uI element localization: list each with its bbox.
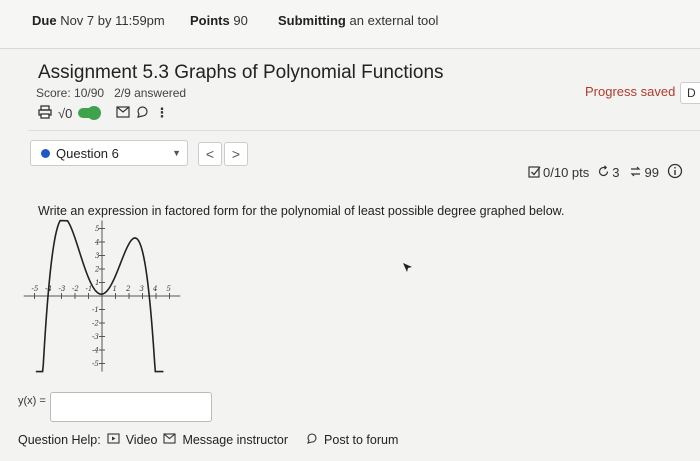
x-tick-label: 4	[152, 285, 157, 293]
submitting-label: Submitting	[278, 13, 346, 28]
question-select[interactable]: Question 6 ▼	[30, 140, 188, 166]
assignment-title: Assignment 5.3 Graphs of Polynomial Func…	[38, 62, 444, 83]
message-icon	[163, 432, 176, 447]
x-tick-label: -2	[72, 285, 79, 293]
help-video-link[interactable]: Video	[126, 433, 158, 447]
due-value: Nov 7 by 11:59pm	[60, 13, 165, 28]
print-icon[interactable]	[38, 104, 52, 122]
done-button[interactable]: D	[680, 82, 700, 104]
due-info: Due Nov 7 by 11:59pm	[32, 13, 165, 28]
y-tick-label: -5	[92, 360, 99, 368]
y-tick-label: 2	[94, 266, 100, 274]
y-tick-label: -2	[92, 320, 99, 328]
question-select-label: Question 6	[56, 145, 119, 161]
answer-label: y(x) =	[18, 395, 46, 407]
y-tick-label: -1	[92, 306, 99, 314]
question-help: Question Help: Video Message instructor …	[18, 432, 398, 447]
graph-layer: -5 -4 -3 -2 -1 1 2 3 4 554321-1-2-3-4-5	[23, 219, 181, 373]
question-retries: 3	[612, 165, 620, 180]
message-icon[interactable]	[116, 105, 130, 121]
points-icon	[528, 165, 541, 181]
divider	[28, 130, 700, 131]
progress-status: Progress saved	[585, 84, 676, 99]
attempts-icon	[628, 165, 643, 181]
comment-icon[interactable]	[136, 105, 149, 121]
forum-icon	[306, 432, 318, 447]
y-tick-label: 3	[95, 252, 100, 260]
help-message-link[interactable]: Message instructor	[182, 433, 288, 447]
mouse-cursor-icon	[403, 263, 412, 272]
sqrt-label: √0	[58, 105, 73, 121]
x-tick-label: 3	[140, 285, 145, 293]
polynomial-graph: -5 -4 -3 -2 -1 1 2 3 4 554321-1-2-3-4-5	[23, 219, 181, 373]
points-value: 90	[233, 13, 248, 28]
answer-input[interactable]	[50, 392, 212, 422]
x-tick-label: 2	[125, 285, 131, 293]
points-label: Points	[190, 13, 230, 28]
question-status-dot	[41, 148, 50, 158]
score-line: Score: 10/90 2/9 answered	[36, 86, 186, 100]
more-options-icon[interactable]: ⋮	[155, 105, 168, 121]
previous-question-button[interactable]: <	[198, 142, 222, 166]
score-text: Score: 10/90	[36, 86, 105, 100]
x-tick-label: -5	[32, 285, 39, 293]
x-tick-label: -1	[86, 285, 93, 293]
assignment-toolbar: √0 ⋮	[38, 104, 168, 122]
chevron-down-icon: ▼	[172, 148, 181, 158]
question-stats: 0/10 pts 3 99	[528, 163, 683, 182]
y-tick-label: -3	[92, 333, 99, 341]
x-tick-label: -3	[59, 285, 66, 293]
y-tick-label: 4	[94, 239, 99, 247]
help-forum-link[interactable]: Post to forum	[324, 433, 398, 447]
info-icon[interactable]	[667, 163, 683, 182]
x-tick-label: 5	[167, 285, 172, 293]
x-tick-label: 1	[113, 285, 117, 293]
submitting-info: Submitting an external tool	[278, 13, 438, 28]
next-question-button[interactable]: >	[224, 142, 248, 166]
points-info: Points 90	[190, 13, 248, 28]
video-icon	[107, 432, 120, 447]
y-tick-label: 1	[95, 279, 99, 287]
question-attempts: 99	[644, 165, 659, 180]
retry-icon	[597, 164, 610, 181]
submitting-value: an external tool	[349, 13, 439, 28]
due-label: Due	[32, 13, 57, 28]
math-entry-toggle[interactable]	[78, 106, 102, 120]
y-tick-label: -4	[92, 347, 99, 355]
answered-text: 2/9 answered	[114, 86, 187, 100]
help-label: Question Help:	[18, 432, 101, 447]
y-tick-label: 5	[95, 225, 100, 233]
question-points: 0/10 pts	[543, 165, 590, 180]
